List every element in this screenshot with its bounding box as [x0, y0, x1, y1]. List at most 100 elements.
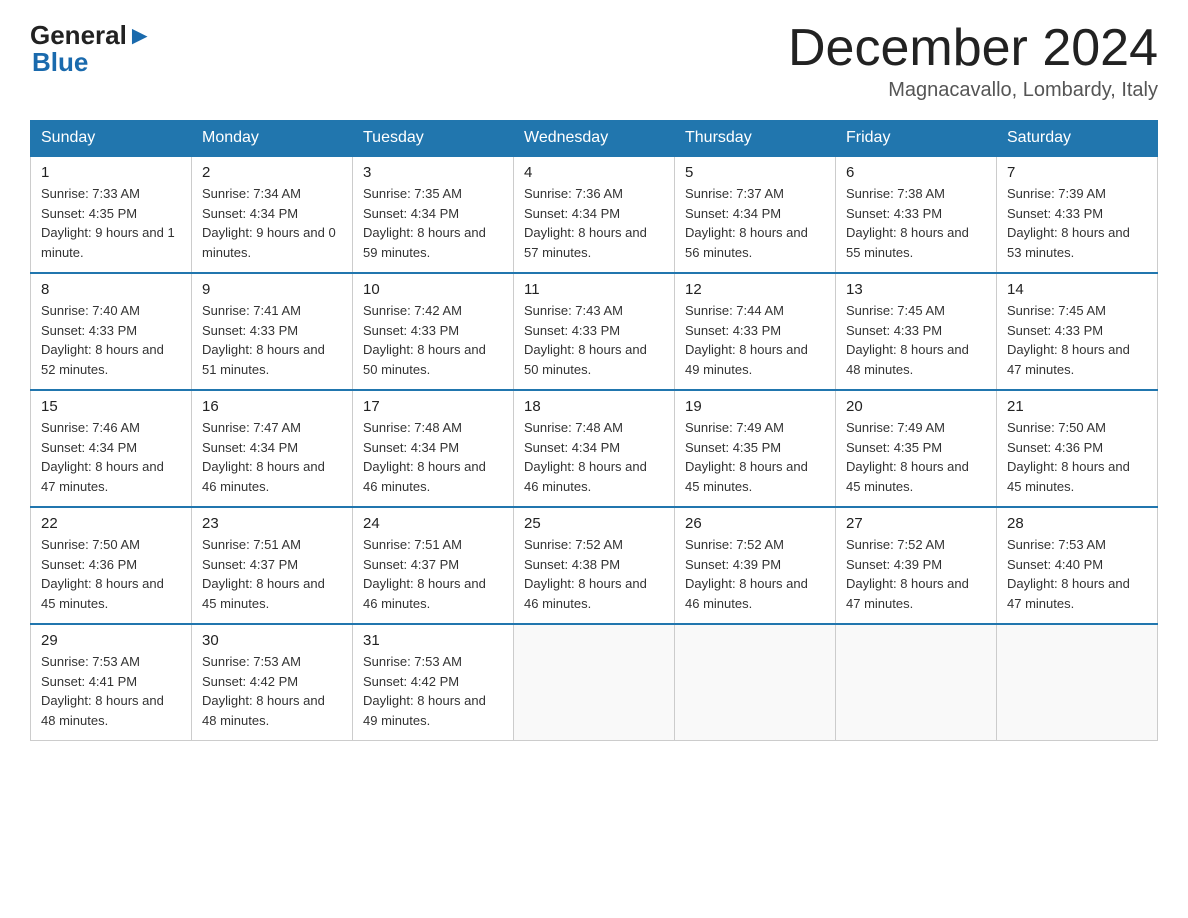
day-cell-29: 29 Sunrise: 7:53 AMSunset: 4:41 PMDaylig…	[31, 624, 192, 741]
day-info: Sunrise: 7:45 AMSunset: 4:33 PMDaylight:…	[846, 303, 969, 377]
location: Magnacavallo, Lombardy, Italy	[788, 79, 1158, 102]
week-row-2: 8 Sunrise: 7:40 AMSunset: 4:33 PMDayligh…	[31, 273, 1158, 390]
weekday-header-row: SundayMondayTuesdayWednesdayThursdayFrid…	[31, 121, 1158, 157]
day-info: Sunrise: 7:43 AMSunset: 4:33 PMDaylight:…	[524, 303, 647, 377]
day-number: 6	[846, 164, 986, 181]
weekday-header-friday: Friday	[836, 121, 997, 157]
day-cell-3: 3 Sunrise: 7:35 AMSunset: 4:34 PMDayligh…	[353, 156, 514, 273]
day-number: 23	[202, 515, 342, 532]
day-cell-2: 2 Sunrise: 7:34 AMSunset: 4:34 PMDayligh…	[192, 156, 353, 273]
day-cell-5: 5 Sunrise: 7:37 AMSunset: 4:34 PMDayligh…	[675, 156, 836, 273]
day-info: Sunrise: 7:37 AMSunset: 4:34 PMDaylight:…	[685, 186, 808, 260]
day-cell-18: 18 Sunrise: 7:48 AMSunset: 4:34 PMDaylig…	[514, 390, 675, 507]
day-info: Sunrise: 7:51 AMSunset: 4:37 PMDaylight:…	[363, 537, 486, 611]
day-number: 31	[363, 632, 503, 649]
day-info: Sunrise: 7:53 AMSunset: 4:42 PMDaylight:…	[363, 654, 486, 728]
empty-cell-4-5	[836, 624, 997, 741]
day-info: Sunrise: 7:40 AMSunset: 4:33 PMDaylight:…	[41, 303, 164, 377]
day-number: 29	[41, 632, 181, 649]
day-number: 2	[202, 164, 342, 181]
day-info: Sunrise: 7:33 AMSunset: 4:35 PMDaylight:…	[41, 186, 175, 260]
calendar-table: SundayMondayTuesdayWednesdayThursdayFrid…	[30, 120, 1158, 741]
day-number: 19	[685, 398, 825, 415]
day-cell-6: 6 Sunrise: 7:38 AMSunset: 4:33 PMDayligh…	[836, 156, 997, 273]
day-info: Sunrise: 7:49 AMSunset: 4:35 PMDaylight:…	[846, 420, 969, 494]
day-cell-30: 30 Sunrise: 7:53 AMSunset: 4:42 PMDaylig…	[192, 624, 353, 741]
empty-cell-4-3	[514, 624, 675, 741]
day-cell-19: 19 Sunrise: 7:49 AMSunset: 4:35 PMDaylig…	[675, 390, 836, 507]
day-cell-7: 7 Sunrise: 7:39 AMSunset: 4:33 PMDayligh…	[997, 156, 1158, 273]
day-number: 28	[1007, 515, 1147, 532]
weekday-header-thursday: Thursday	[675, 121, 836, 157]
day-info: Sunrise: 7:42 AMSunset: 4:33 PMDaylight:…	[363, 303, 486, 377]
day-number: 3	[363, 164, 503, 181]
logo: General ► Blue	[30, 20, 153, 78]
weekday-header-monday: Monday	[192, 121, 353, 157]
day-number: 21	[1007, 398, 1147, 415]
day-number: 16	[202, 398, 342, 415]
week-row-3: 15 Sunrise: 7:46 AMSunset: 4:34 PMDaylig…	[31, 390, 1158, 507]
weekday-header-saturday: Saturday	[997, 121, 1158, 157]
day-cell-16: 16 Sunrise: 7:47 AMSunset: 4:34 PMDaylig…	[192, 390, 353, 507]
day-cell-26: 26 Sunrise: 7:52 AMSunset: 4:39 PMDaylig…	[675, 507, 836, 624]
day-info: Sunrise: 7:52 AMSunset: 4:38 PMDaylight:…	[524, 537, 647, 611]
day-info: Sunrise: 7:48 AMSunset: 4:34 PMDaylight:…	[363, 420, 486, 494]
day-cell-1: 1 Sunrise: 7:33 AMSunset: 4:35 PMDayligh…	[31, 156, 192, 273]
empty-cell-4-4	[675, 624, 836, 741]
logo-blue-word: Blue	[32, 47, 88, 78]
day-info: Sunrise: 7:50 AMSunset: 4:36 PMDaylight:…	[1007, 420, 1130, 494]
day-number: 18	[524, 398, 664, 415]
month-title: December 2024	[788, 20, 1158, 77]
day-number: 12	[685, 281, 825, 298]
week-row-4: 22 Sunrise: 7:50 AMSunset: 4:36 PMDaylig…	[31, 507, 1158, 624]
day-number: 1	[41, 164, 181, 181]
day-info: Sunrise: 7:48 AMSunset: 4:34 PMDaylight:…	[524, 420, 647, 494]
weekday-header-sunday: Sunday	[31, 121, 192, 157]
day-number: 5	[685, 164, 825, 181]
day-info: Sunrise: 7:35 AMSunset: 4:34 PMDaylight:…	[363, 186, 486, 260]
day-number: 24	[363, 515, 503, 532]
day-info: Sunrise: 7:45 AMSunset: 4:33 PMDaylight:…	[1007, 303, 1130, 377]
day-number: 25	[524, 515, 664, 532]
day-info: Sunrise: 7:53 AMSunset: 4:40 PMDaylight:…	[1007, 537, 1130, 611]
day-number: 20	[846, 398, 986, 415]
day-number: 13	[846, 281, 986, 298]
logo-blue-text: ►	[127, 20, 153, 51]
weekday-header-wednesday: Wednesday	[514, 121, 675, 157]
day-number: 17	[363, 398, 503, 415]
day-cell-20: 20 Sunrise: 7:49 AMSunset: 4:35 PMDaylig…	[836, 390, 997, 507]
day-cell-25: 25 Sunrise: 7:52 AMSunset: 4:38 PMDaylig…	[514, 507, 675, 624]
day-number: 30	[202, 632, 342, 649]
day-info: Sunrise: 7:44 AMSunset: 4:33 PMDaylight:…	[685, 303, 808, 377]
day-number: 14	[1007, 281, 1147, 298]
day-number: 15	[41, 398, 181, 415]
day-cell-13: 13 Sunrise: 7:45 AMSunset: 4:33 PMDaylig…	[836, 273, 997, 390]
day-cell-10: 10 Sunrise: 7:42 AMSunset: 4:33 PMDaylig…	[353, 273, 514, 390]
day-info: Sunrise: 7:49 AMSunset: 4:35 PMDaylight:…	[685, 420, 808, 494]
day-info: Sunrise: 7:41 AMSunset: 4:33 PMDaylight:…	[202, 303, 325, 377]
day-cell-15: 15 Sunrise: 7:46 AMSunset: 4:34 PMDaylig…	[31, 390, 192, 507]
day-number: 4	[524, 164, 664, 181]
day-info: Sunrise: 7:53 AMSunset: 4:42 PMDaylight:…	[202, 654, 325, 728]
day-cell-11: 11 Sunrise: 7:43 AMSunset: 4:33 PMDaylig…	[514, 273, 675, 390]
day-info: Sunrise: 7:47 AMSunset: 4:34 PMDaylight:…	[202, 420, 325, 494]
weekday-header-tuesday: Tuesday	[353, 121, 514, 157]
day-info: Sunrise: 7:34 AMSunset: 4:34 PMDaylight:…	[202, 186, 336, 260]
empty-cell-4-6	[997, 624, 1158, 741]
day-info: Sunrise: 7:50 AMSunset: 4:36 PMDaylight:…	[41, 537, 164, 611]
day-info: Sunrise: 7:46 AMSunset: 4:34 PMDaylight:…	[41, 420, 164, 494]
day-cell-4: 4 Sunrise: 7:36 AMSunset: 4:34 PMDayligh…	[514, 156, 675, 273]
day-info: Sunrise: 7:51 AMSunset: 4:37 PMDaylight:…	[202, 537, 325, 611]
day-cell-27: 27 Sunrise: 7:52 AMSunset: 4:39 PMDaylig…	[836, 507, 997, 624]
day-info: Sunrise: 7:53 AMSunset: 4:41 PMDaylight:…	[41, 654, 164, 728]
day-cell-31: 31 Sunrise: 7:53 AMSunset: 4:42 PMDaylig…	[353, 624, 514, 741]
day-cell-24: 24 Sunrise: 7:51 AMSunset: 4:37 PMDaylig…	[353, 507, 514, 624]
day-number: 11	[524, 281, 664, 298]
day-number: 22	[41, 515, 181, 532]
day-number: 10	[363, 281, 503, 298]
day-cell-12: 12 Sunrise: 7:44 AMSunset: 4:33 PMDaylig…	[675, 273, 836, 390]
day-cell-8: 8 Sunrise: 7:40 AMSunset: 4:33 PMDayligh…	[31, 273, 192, 390]
page-header: General ► Blue December 2024 Magnacavall…	[30, 20, 1158, 102]
day-number: 9	[202, 281, 342, 298]
day-info: Sunrise: 7:36 AMSunset: 4:34 PMDaylight:…	[524, 186, 647, 260]
